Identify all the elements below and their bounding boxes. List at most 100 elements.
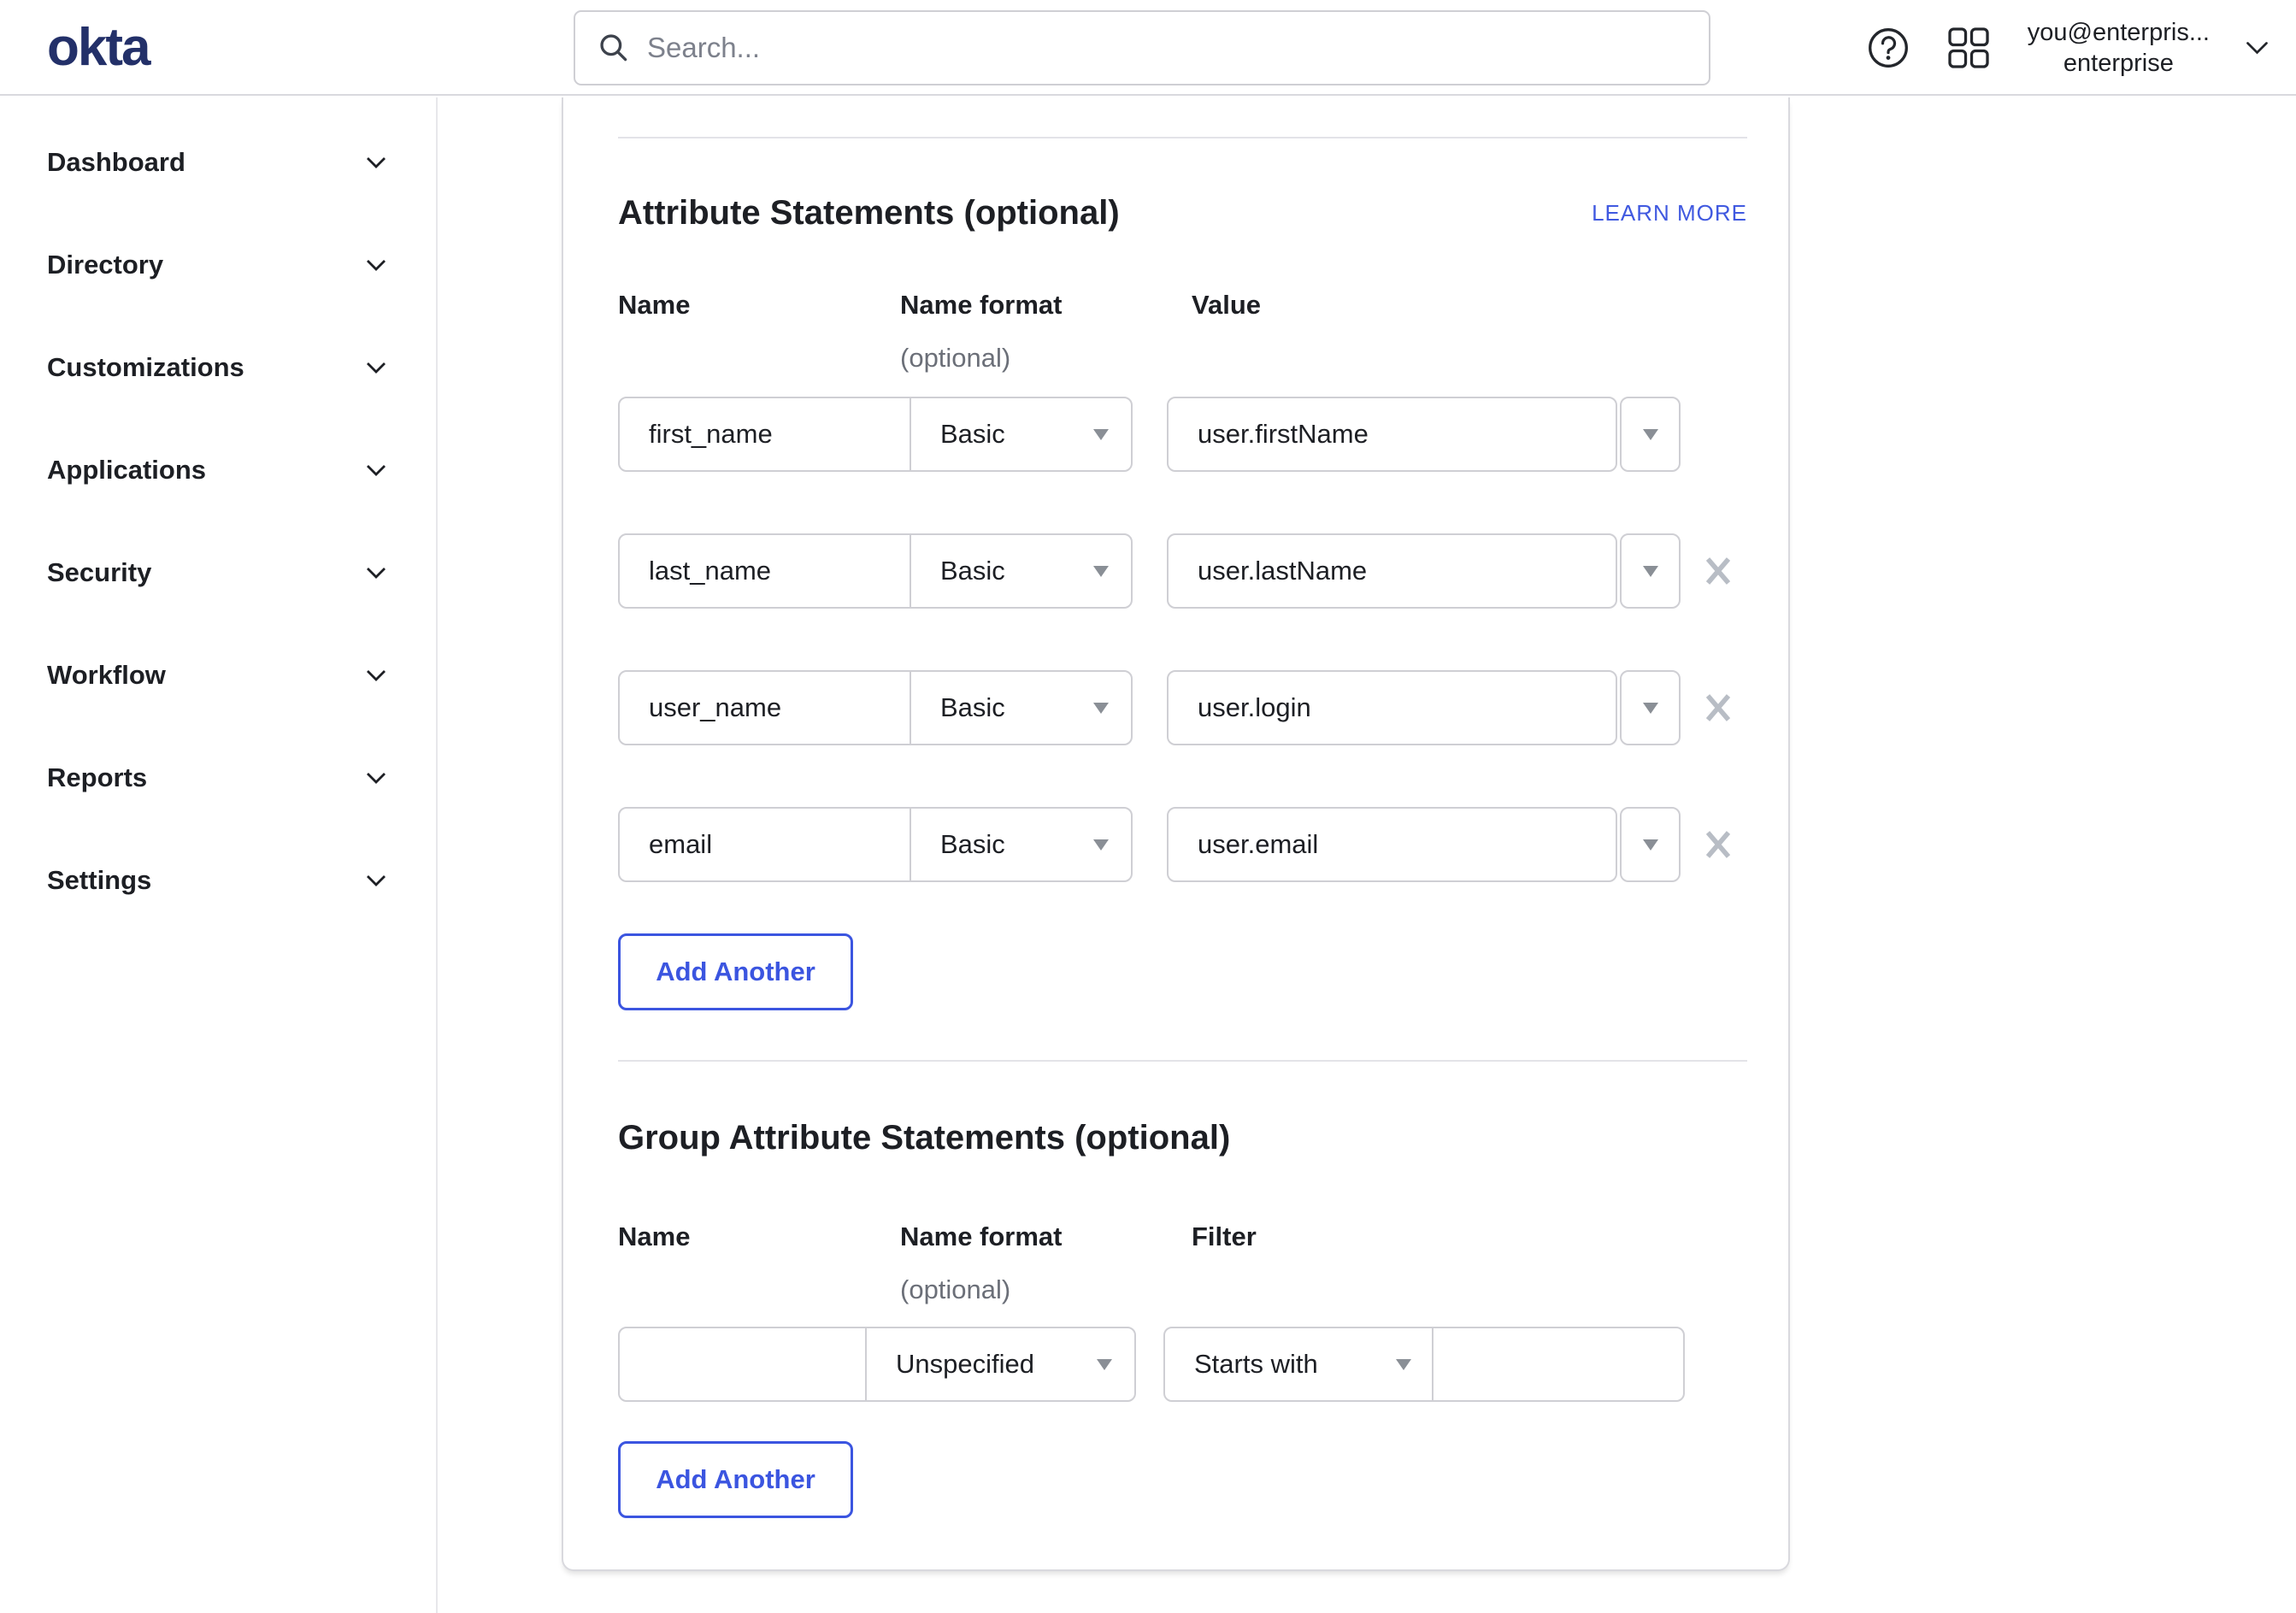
col-header-name: Name — [618, 1222, 691, 1251]
dropdown-caret-icon — [1642, 429, 1658, 440]
col-header-name: Name — [618, 290, 691, 320]
add-another-group-attribute-button[interactable]: Add Another — [618, 1441, 853, 1518]
dropdown-caret-icon — [1093, 429, 1109, 440]
name-format-select[interactable]: Basic — [910, 535, 1131, 607]
chevron-down-icon — [366, 772, 386, 785]
sidebar: Dashboard Directory Customizations Appli… — [0, 97, 438, 1613]
sidebar-item-dashboard[interactable]: Dashboard — [0, 111, 436, 214]
search-icon — [598, 32, 630, 64]
attribute-statements-title: Attribute Statements (optional) — [618, 194, 1120, 232]
name-format-value: Basic — [940, 829, 1005, 859]
sidebar-item-directory[interactable]: Directory — [0, 214, 436, 316]
value-dropdown-button[interactable] — [1620, 397, 1681, 472]
group-name-input[interactable] — [620, 1328, 865, 1400]
okta-logo[interactable]: okta — [47, 17, 150, 78]
col-header-filter: Filter — [1192, 1222, 1257, 1251]
chevron-down-icon — [366, 464, 386, 477]
group-name-and-format-group: Unspecified — [618, 1327, 1136, 1402]
attribute-name-input[interactable] — [620, 398, 910, 470]
user-menu[interactable]: you@enterpris... enterprise — [2028, 17, 2269, 79]
remove-row-button[interactable] — [1701, 691, 1735, 725]
filter-type-select[interactable]: Starts with — [1165, 1328, 1432, 1400]
attribute-row: Basic user.lastName — [618, 533, 1747, 609]
group-attribute-statements-title: Group Attribute Statements (optional) — [618, 1119, 1231, 1157]
attribute-value-select[interactable]: user.lastName — [1167, 533, 1681, 609]
sidebar-item-label: Applications — [47, 455, 207, 485]
group-name-format-value: Unspecified — [896, 1349, 1034, 1379]
sidebar-item-label: Security — [47, 557, 152, 587]
col-header-value: Value — [1192, 290, 1261, 320]
attribute-name-input[interactable] — [620, 535, 910, 607]
filter-type-value: Starts with — [1194, 1349, 1318, 1379]
sidebar-item-security[interactable]: Security — [0, 521, 436, 624]
attribute-name-input[interactable] — [620, 672, 910, 744]
apps-grid-button[interactable] — [1947, 26, 1990, 69]
sidebar-item-reports[interactable]: Reports — [0, 727, 436, 829]
sidebar-item-customizations[interactable]: Customizations — [0, 316, 436, 419]
name-and-format-group: Basic — [618, 807, 1133, 882]
sidebar-item-label: Workflow — [47, 660, 166, 690]
remove-row-button[interactable] — [1701, 554, 1735, 588]
sidebar-item-settings[interactable]: Settings — [0, 829, 436, 932]
help-icon — [1867, 26, 1910, 69]
name-and-format-group: Basic — [618, 533, 1133, 609]
group-filter-group: Starts with — [1163, 1327, 1685, 1402]
sidebar-item-label: Customizations — [47, 352, 244, 382]
value-dropdown-button[interactable] — [1620, 670, 1681, 745]
filter-value-input[interactable] — [1432, 1328, 1683, 1400]
settings-panel: Attribute Statements (optional) LEARN MO… — [562, 97, 1790, 1571]
chevron-down-icon — [366, 362, 386, 374]
name-format-select[interactable]: Basic — [910, 809, 1131, 880]
dropdown-caret-icon — [1093, 839, 1109, 851]
search-input[interactable] — [645, 31, 1687, 65]
chevron-down-icon — [366, 259, 386, 272]
dropdown-caret-icon — [1097, 1359, 1112, 1370]
chevron-down-icon — [366, 874, 386, 887]
attribute-column-headers: Name Name format Value — [618, 291, 1747, 320]
attribute-statements-section-head: Attribute Statements (optional) LEARN MO… — [618, 193, 1747, 233]
name-format-select[interactable]: Basic — [910, 672, 1131, 744]
attribute-row: Basic user.email — [618, 807, 1747, 882]
attribute-value-text: user.email — [1167, 807, 1617, 882]
user-org: enterprise — [2063, 50, 2174, 77]
add-another-attribute-button[interactable]: Add Another — [618, 933, 853, 1010]
group-name-format-select[interactable]: Unspecified — [865, 1328, 1134, 1400]
attribute-row: Basic user.firstName — [618, 397, 1747, 472]
value-dropdown-button[interactable] — [1620, 533, 1681, 609]
group-column-headers: Name Name format Filter — [618, 1222, 1747, 1251]
col-header-name-format: Name format — [900, 1222, 1063, 1251]
attribute-name-input[interactable] — [620, 809, 910, 880]
top-header: okta Search... you@enterpris... enterpri… — [0, 0, 2296, 96]
chevron-down-icon — [366, 156, 386, 169]
header-actions: you@enterpris... enterprise — [1867, 0, 2269, 96]
col-header-name-format: Name format — [900, 290, 1063, 320]
sidebar-item-applications[interactable]: Applications — [0, 419, 436, 521]
user-email: you@enterpris... — [2027, 19, 2210, 46]
name-format-value: Basic — [940, 692, 1005, 722]
attribute-value-text: user.lastName — [1167, 533, 1617, 609]
global-search — [574, 10, 1710, 85]
name-format-select[interactable]: Basic — [910, 398, 1131, 470]
chevron-down-icon — [2246, 41, 2269, 56]
group-attribute-row: Unspecified Starts with — [618, 1327, 1747, 1402]
grid-icon — [1947, 26, 1990, 69]
attribute-row: Basic user.login — [618, 670, 1747, 745]
dropdown-caret-icon — [1093, 703, 1109, 714]
sidebar-item-label: Settings — [47, 865, 152, 895]
help-button[interactable] — [1867, 26, 1910, 69]
remove-row-button[interactable] — [1701, 827, 1735, 862]
chevron-down-icon — [366, 567, 386, 580]
dropdown-caret-icon — [1642, 839, 1658, 851]
attribute-value-select[interactable]: user.email — [1167, 807, 1681, 882]
learn-more-link[interactable]: LEARN MORE — [1592, 200, 1747, 227]
x-icon — [1703, 692, 1734, 723]
sidebar-item-workflow[interactable]: Workflow — [0, 624, 436, 727]
x-icon — [1703, 829, 1734, 860]
value-dropdown-button[interactable] — [1620, 807, 1681, 882]
name-and-format-group: Basic — [618, 397, 1133, 472]
dropdown-caret-icon — [1642, 703, 1658, 714]
sidebar-item-label: Dashboard — [47, 147, 185, 177]
name-format-value: Basic — [940, 556, 1005, 586]
attribute-value-select[interactable]: user.login — [1167, 670, 1681, 745]
attribute-value-select[interactable]: user.firstName — [1167, 397, 1681, 472]
